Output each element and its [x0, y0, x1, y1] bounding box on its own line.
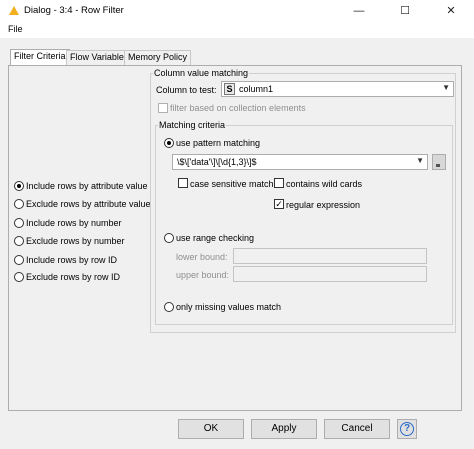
radio-exclude-rowid[interactable] — [14, 272, 24, 282]
string-type-icon: S — [224, 83, 235, 95]
option-label: Include rows by row ID — [26, 255, 118, 265]
pattern-matching-label: use pattern matching — [176, 138, 261, 148]
flow-variable-button[interactable] — [432, 154, 446, 170]
option-label: Exclude rows by attribute value — [26, 199, 151, 209]
pattern-value: \$\['data'\]\[\d{1,3}\]$ — [177, 157, 257, 167]
missing-values-label: only missing values match — [176, 302, 282, 312]
radio-include-attr[interactable] — [14, 181, 24, 191]
window-title: Dialog - 3:4 - Row Filter — [24, 5, 124, 16]
help-button[interactable]: ? — [397, 419, 417, 439]
option-label: Exclude rows by number — [26, 236, 125, 246]
apply-button[interactable]: Apply — [251, 419, 317, 439]
radio-include-number[interactable] — [14, 218, 24, 228]
title-bar: Dialog - 3:4 - Row Filter — ☐ ✕ — [0, 0, 474, 22]
upper-bound-label: upper bound: — [176, 270, 230, 280]
help-icon: ? — [400, 422, 414, 436]
tab-filter-criteria[interactable]: Filter Criteria — [10, 49, 70, 66]
group-legend: Column value matching — [154, 68, 249, 78]
pattern-input[interactable]: \$\['data'\]\[\d{1,3}\]$ ▼ — [172, 154, 428, 170]
matching-criteria-group: Matching criteria — [155, 120, 453, 325]
cancel-button[interactable]: Cancel — [324, 419, 390, 439]
case-sensitive-checkbox[interactable] — [178, 178, 188, 188]
radio-range-checking[interactable] — [164, 233, 174, 243]
radio-exclude-attr[interactable] — [14, 199, 24, 209]
lower-bound-input[interactable] — [233, 248, 427, 264]
radio-missing-values[interactable] — [164, 302, 174, 312]
column-select[interactable]: S column1 ▼ — [221, 81, 454, 97]
chevron-down-icon: ▼ — [416, 156, 424, 165]
regex-label: regular expression — [286, 200, 361, 210]
chevron-down-icon: ▼ — [442, 83, 450, 92]
radio-pattern-matching[interactable] — [164, 138, 174, 148]
maximize-button[interactable]: ☐ — [382, 0, 428, 22]
close-button[interactable]: ✕ — [428, 0, 474, 22]
warning-triangle-icon — [9, 6, 19, 15]
column-to-test-label: Column to test: — [156, 85, 217, 95]
menu-file[interactable]: File — [8, 24, 23, 34]
option-label: Exclude rows by row ID — [26, 272, 121, 282]
option-label: Include rows by attribute value — [26, 181, 148, 191]
column-select-value: column1 — [239, 84, 274, 94]
wild-cards-label: contains wild cards — [286, 179, 363, 189]
collection-elements-checkbox[interactable] — [158, 103, 168, 113]
radio-include-rowid[interactable] — [14, 255, 24, 265]
lower-bound-label: lower bound: — [176, 252, 228, 262]
group-legend: Matching criteria — [159, 120, 226, 130]
tab-flow-variables[interactable]: Flow Variables — [66, 50, 133, 65]
radio-exclude-number[interactable] — [14, 236, 24, 246]
minimize-button[interactable]: — — [336, 0, 382, 22]
upper-bound-input[interactable] — [233, 266, 427, 282]
option-label: Include rows by number — [26, 218, 122, 228]
wild-cards-checkbox[interactable] — [274, 178, 284, 188]
tab-memory-policy[interactable]: Memory Policy — [124, 50, 192, 65]
variable-icon — [436, 164, 440, 167]
ok-button[interactable]: OK — [178, 419, 244, 439]
collection-elements-label: filter based on collection elements — [170, 103, 306, 113]
menu-bar: File — [0, 22, 474, 38]
range-checking-label: use range checking — [176, 233, 255, 243]
regex-checkbox[interactable]: ✓ — [274, 199, 284, 209]
case-sensitive-label: case sensitive match — [190, 179, 274, 189]
